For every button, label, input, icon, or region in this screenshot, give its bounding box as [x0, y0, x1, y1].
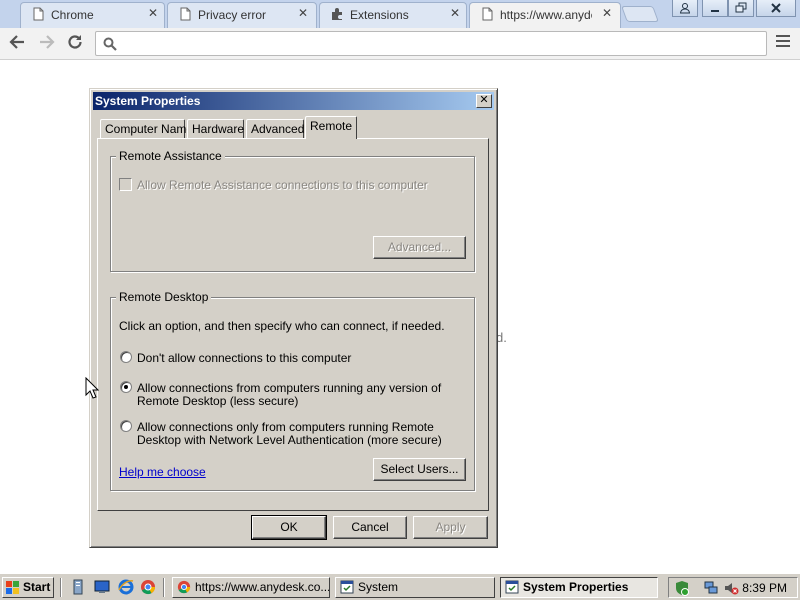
select-users-button[interactable]: Select Users...: [373, 458, 466, 481]
radio-dont-allow[interactable]: [120, 351, 132, 363]
tab-close-icon[interactable]: ✕: [602, 6, 612, 20]
task-label: https://www.anydesk.co...: [195, 580, 330, 594]
quicklaunch-separator: [60, 578, 62, 597]
security-shield-icon[interactable]: [674, 580, 690, 596]
search-icon: [103, 37, 117, 51]
browser-tab-chrome[interactable]: Chrome ✕: [20, 2, 165, 28]
allow-remote-assistance-checkbox[interactable]: [119, 178, 132, 191]
browser-tabstrip: Chrome ✕ Privacy error ✕ Extensions ✕ ht…: [0, 0, 800, 29]
cancel-button[interactable]: Cancel: [333, 516, 407, 539]
volume-muted-icon[interactable]: [723, 580, 739, 596]
network-icon[interactable]: [703, 580, 719, 596]
remote-desktop-legend: Remote Desktop: [116, 290, 212, 304]
ok-button[interactable]: OK: [251, 515, 327, 540]
minimize-button[interactable]: [702, 0, 728, 17]
taskbar: Start https://www.anydesk.co... System S…: [0, 573, 800, 600]
task-chrome-anydesk[interactable]: https://www.anydesk.co...: [172, 577, 330, 598]
window-close-button[interactable]: [756, 0, 796, 17]
back-arrow-icon: [9, 35, 24, 49]
tab-hardware[interactable]: Hardware: [187, 119, 244, 139]
omnibox[interactable]: [95, 31, 767, 56]
start-button[interactable]: Start: [2, 577, 54, 598]
system-window-icon: [340, 580, 354, 594]
profile-button[interactable]: [672, 0, 698, 17]
radio-allow-any-version-label-2: Remote Desktop (less secure): [137, 394, 299, 408]
tab-title: Chrome: [51, 8, 94, 22]
restore-button[interactable]: [728, 0, 754, 17]
mouse-cursor-icon: [85, 377, 99, 399]
chrome-icon: [177, 580, 191, 594]
system-tray: 8:39 PM: [668, 577, 798, 598]
clock: 8:39 PM: [742, 581, 787, 595]
radio-allow-nla-only-label-2: Desktop with Network Level Authenticatio…: [137, 433, 442, 447]
tab-advanced[interactable]: Advanced: [246, 119, 304, 139]
windows-logo-icon: [6, 581, 19, 594]
start-label: Start: [23, 580, 51, 594]
show-desktop-icon[interactable]: [94, 579, 110, 595]
user-icon: [679, 3, 691, 14]
radio-allow-any-version[interactable]: [120, 381, 132, 393]
document-icon: [33, 7, 44, 21]
remote-assistance-legend: Remote Assistance: [116, 149, 225, 163]
puzzle-icon: [332, 8, 342, 20]
chrome-icon[interactable]: [140, 579, 156, 595]
tab-close-icon[interactable]: ✕: [450, 6, 460, 20]
allow-remote-assistance-label: Allow Remote Assistance connections to t…: [137, 178, 428, 192]
tab-close-icon[interactable]: ✕: [298, 6, 308, 20]
radio-dont-allow-label: Don't allow connections to this computer: [137, 351, 352, 365]
task-system[interactable]: System: [335, 577, 495, 598]
chrome-menu-icon[interactable]: [776, 35, 790, 49]
reload-button[interactable]: [64, 33, 86, 55]
browser-tab-privacy-error[interactable]: Privacy error ✕: [167, 2, 317, 28]
tab-title: Extensions: [350, 8, 409, 22]
tab-close-icon[interactable]: ✕: [148, 6, 158, 20]
help-me-choose-link[interactable]: Help me choose: [119, 465, 206, 479]
dialog-close-button[interactable]: ✕: [476, 94, 492, 108]
tab-title: https://www.anydesk.com: [500, 8, 592, 22]
dialog-titlebar[interactable]: System Properties ✕: [93, 92, 494, 110]
tab-computer-name[interactable]: Computer Name: [100, 119, 193, 139]
new-tab-button[interactable]: [621, 6, 659, 22]
quicklaunch-separator: [163, 578, 165, 597]
close-icon: ✕: [479, 94, 489, 106]
restore-icon: [735, 2, 747, 13]
remote-desktop-instructions: Click an option, and then specify who ca…: [119, 319, 445, 333]
back-button[interactable]: [6, 33, 28, 55]
minimize-icon: [711, 10, 719, 12]
server-icon[interactable]: [70, 579, 86, 595]
document-icon: [482, 7, 493, 21]
task-system-properties[interactable]: System Properties: [500, 577, 658, 598]
apply-button[interactable]: Apply: [413, 516, 488, 539]
system-window-icon: [505, 580, 519, 594]
dialog-title: System Properties: [95, 94, 201, 108]
browser-toolbar: [0, 28, 800, 60]
forward-button[interactable]: [36, 33, 58, 55]
tab-remote[interactable]: Remote: [305, 116, 357, 139]
browser-tab-extensions[interactable]: Extensions ✕: [319, 2, 467, 28]
task-label: System: [358, 580, 399, 594]
internet-explorer-icon[interactable]: [118, 579, 134, 595]
browser-tab-anydesk[interactable]: https://www.anydesk.com ✕: [469, 2, 621, 29]
task-label: System Properties: [523, 580, 629, 594]
radio-allow-nla-only[interactable]: [120, 420, 132, 432]
omnibox-input[interactable]: [122, 34, 762, 53]
advanced-button[interactable]: Advanced...: [373, 236, 466, 259]
close-icon: [771, 3, 781, 13]
forward-arrow-icon: [40, 35, 55, 49]
reload-icon: [68, 35, 82, 49]
tab-title: Privacy error: [198, 8, 267, 22]
document-icon: [180, 7, 191, 21]
